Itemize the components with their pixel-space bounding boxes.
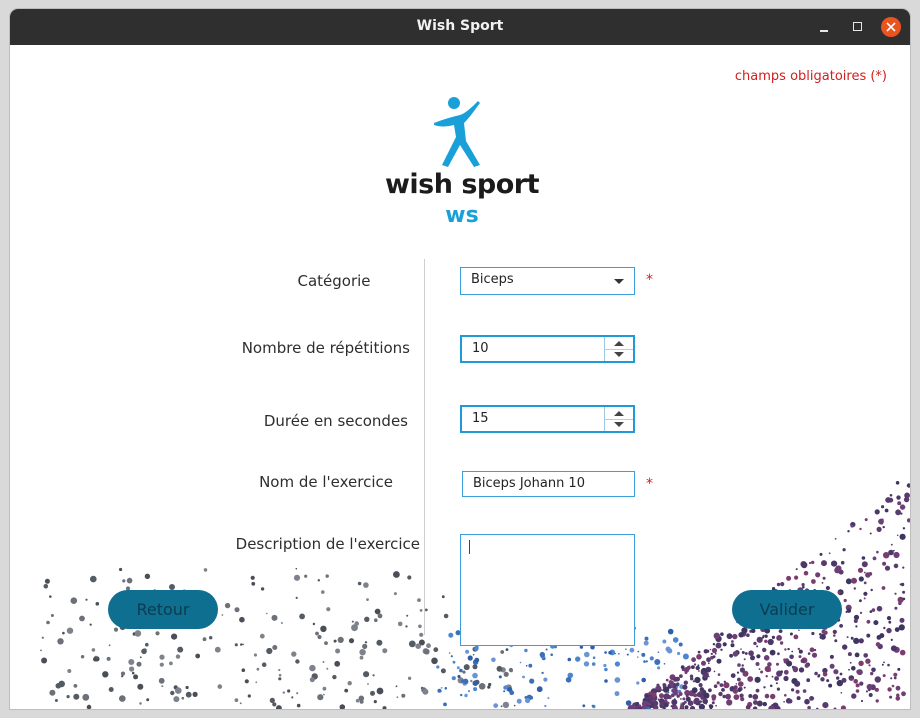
- repetitions-label: Nombre de répétitions: [241, 339, 410, 357]
- validate-button[interactable]: Valider: [732, 590, 842, 629]
- exercise-name-value: Biceps Johann 10: [473, 476, 585, 491]
- required-fields-note: champs obligatoires (*): [734, 69, 887, 84]
- logo-initials: ws: [445, 203, 479, 228]
- text-caret: [469, 540, 470, 554]
- close-button[interactable]: [881, 17, 901, 37]
- app-logo: wish sport ws: [382, 95, 542, 235]
- exercise-name-label: Nom de l'exercice: [259, 473, 393, 491]
- category-select-value: Biceps: [471, 272, 514, 287]
- duration-stepper[interactable]: 15: [460, 405, 635, 433]
- duration-spin-buttons: [604, 407, 633, 431]
- minimize-button[interactable]: [814, 17, 834, 37]
- description-textarea[interactable]: [460, 534, 635, 646]
- close-icon: [886, 22, 896, 32]
- exercise-name-required-mark: *: [646, 476, 653, 492]
- category-label: Catégorie: [297, 272, 371, 290]
- window-title: Wish Sport: [416, 18, 504, 34]
- repetitions-decrement-button[interactable]: [605, 349, 633, 361]
- app-window: Wish Sport champs obligatoires (*) wish …: [10, 9, 910, 709]
- back-button[interactable]: Retour: [108, 590, 218, 629]
- athlete-icon: [434, 97, 480, 167]
- chevron-down-icon: [614, 279, 624, 284]
- repetitions-value: 10: [472, 341, 489, 356]
- duration-decrement-button[interactable]: [605, 419, 633, 431]
- title-bar: Wish Sport: [10, 9, 910, 45]
- description-label: Description de l'exercice: [235, 535, 420, 553]
- logo-wordmark: wish sport: [384, 169, 540, 200]
- main-content: champs obligatoires (*) wish sport ws Ca…: [10, 45, 910, 709]
- duration-value: 15: [472, 411, 489, 426]
- duration-label: Durée en secondes: [263, 412, 408, 430]
- repetitions-spin-buttons: [604, 337, 633, 361]
- category-required-mark: *: [646, 272, 653, 288]
- form-divider: [424, 259, 425, 635]
- maximize-button[interactable]: [848, 17, 868, 37]
- exercise-name-input[interactable]: Biceps Johann 10: [462, 471, 635, 497]
- repetitions-stepper[interactable]: 10: [460, 335, 635, 363]
- category-select[interactable]: Biceps: [460, 267, 635, 295]
